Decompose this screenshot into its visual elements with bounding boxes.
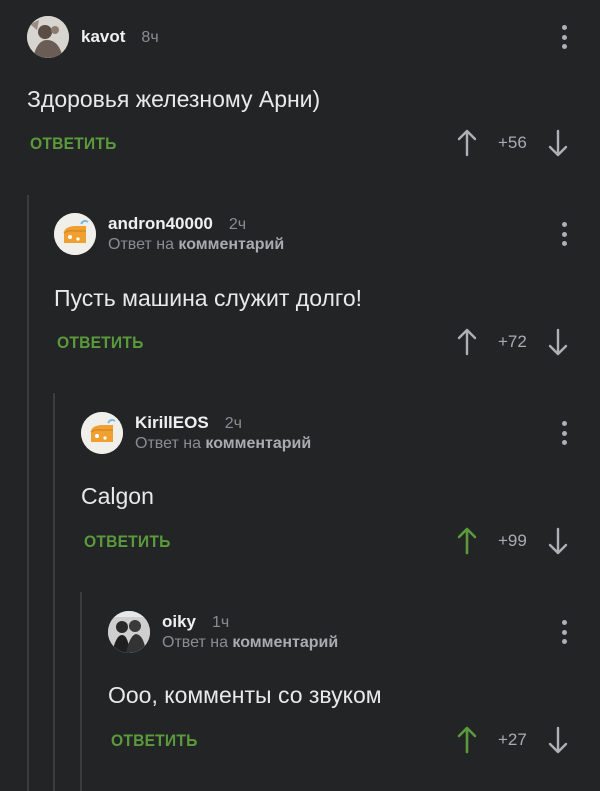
reply-prefix: Ответ на [162,634,228,651]
menu-dots-icon[interactable] [561,620,567,644]
score: +99 [498,531,527,550]
vote-controls: +56 [456,129,569,157]
score: +56 [498,133,527,152]
comment-time: 2ч [228,216,247,233]
username[interactable]: andron40000 [108,214,213,234]
arrow-up-icon[interactable] [456,726,478,754]
thread-line-2 [53,393,55,791]
default-avatar-image [54,213,96,255]
comment-text: Пусть машина служит долго! [54,285,362,311]
thread-line-1 [27,195,29,791]
avatar[interactable] [54,213,96,255]
avatar-image [27,16,69,58]
reply-button[interactable]: ОТВЕТИТЬ [111,731,198,751]
username[interactable]: KirillEOS [135,413,209,433]
comment-text: Здоровья железному Арни) [27,86,321,112]
comment-header: oiky 1ч Ответ на комментарий [108,610,338,654]
comment-header: KirillEOS 2ч Ответ на комментарий [81,411,311,455]
score: +72 [498,332,527,351]
comment-text: Calgon [81,483,154,509]
comment-header: andron40000 2ч Ответ на комментарий [54,212,284,256]
reply-button[interactable]: ОТВЕТИТЬ [30,134,117,154]
reply-target-link[interactable]: комментарий [178,236,284,253]
arrow-up-icon[interactable] [456,328,478,356]
reply-prefix: Ответ на [108,236,174,253]
reply-reference: Ответ на комментарий [162,634,338,652]
avatar-image [108,611,150,653]
reply-button[interactable]: ОТВЕТИТЬ [84,532,171,552]
menu-dots-icon[interactable] [561,222,567,246]
comment-text: Ооо, комменты со звуком [108,682,382,708]
avatar[interactable] [108,611,150,653]
menu-dots-icon[interactable] [561,25,567,49]
avatar[interactable] [27,16,69,58]
thread-line-3 [80,592,82,791]
vote-controls: +99 [456,527,569,555]
reply-target-link[interactable]: комментарий [205,435,311,452]
reply-target-link[interactable]: комментарий [232,634,338,651]
username[interactable]: kavot [81,27,125,47]
comment-header: kavot 8ч [27,15,159,59]
arrow-down-icon[interactable] [547,726,569,754]
reply-reference: Ответ на комментарий [108,236,284,254]
arrow-down-icon[interactable] [547,527,569,555]
comment-time: 1ч [212,614,230,631]
comment-time: 8ч [141,29,159,46]
default-avatar-image [81,412,123,454]
arrow-down-icon[interactable] [547,328,569,356]
arrow-up-icon[interactable] [456,527,478,555]
score: +27 [498,730,527,749]
arrow-down-icon[interactable] [547,129,569,157]
username[interactable]: oiky [162,612,196,632]
vote-controls: +27 [456,726,569,754]
comment-time: 2ч [224,415,242,432]
reply-button[interactable]: ОТВЕТИТЬ [57,333,144,353]
reply-prefix: Ответ на [135,435,201,452]
vote-controls: +72 [456,328,569,356]
arrow-up-icon[interactable] [456,129,478,157]
menu-dots-icon[interactable] [561,421,567,445]
avatar[interactable] [81,412,123,454]
reply-reference: Ответ на комментарий [135,435,311,453]
